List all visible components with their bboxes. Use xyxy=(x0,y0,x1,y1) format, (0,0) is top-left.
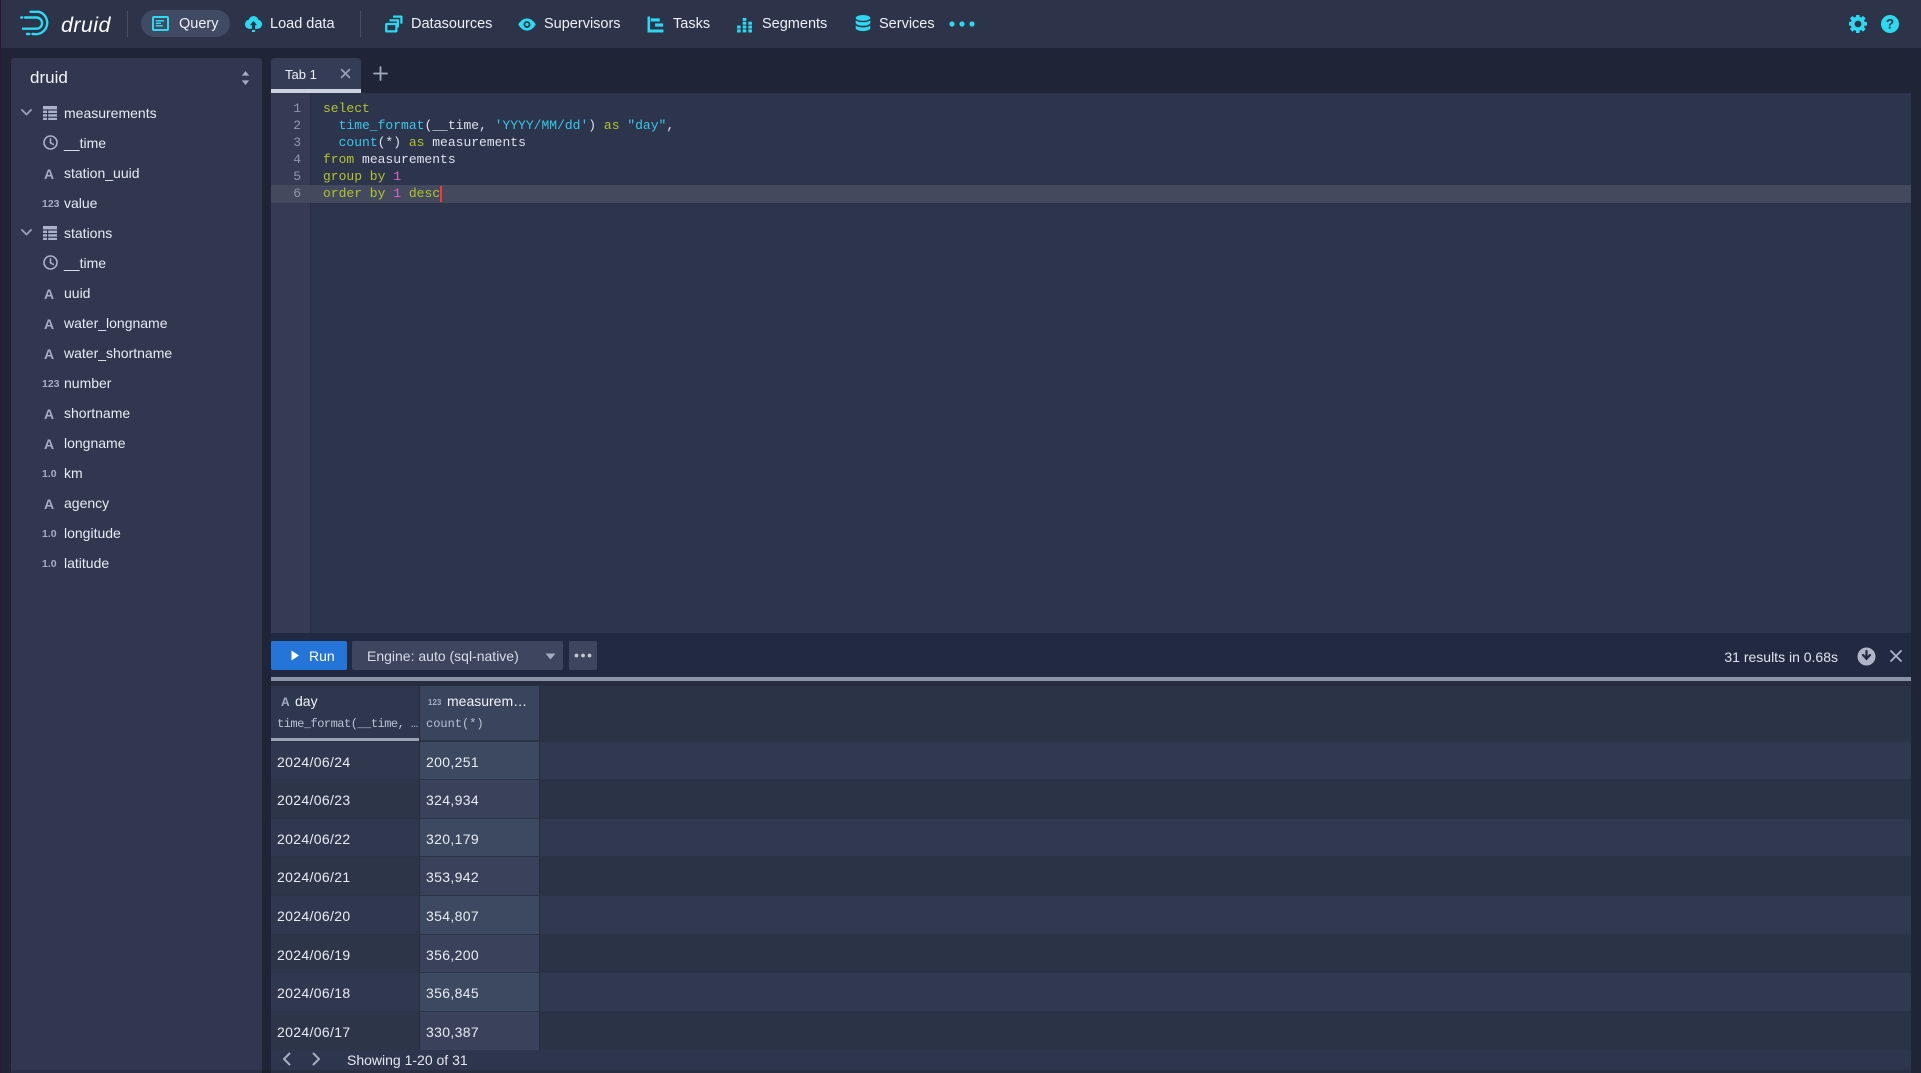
svg-text:?: ? xyxy=(1886,17,1894,32)
